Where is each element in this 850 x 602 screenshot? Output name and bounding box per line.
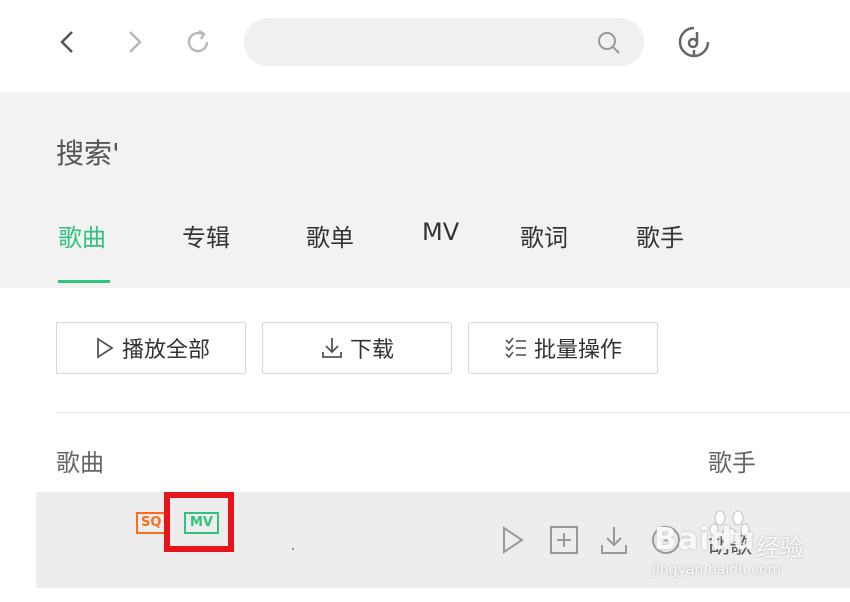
column-header-artist[interactable]: 歌手 bbox=[708, 443, 756, 478]
play-all-label: 播放全部 bbox=[121, 338, 210, 363]
tab-songs[interactable]: 歌曲 bbox=[58, 218, 106, 253]
download-icon bbox=[322, 338, 342, 358]
watermark-logo: Baidu bbox=[654, 522, 756, 557]
active-tab-indicator bbox=[58, 280, 110, 283]
music-note-icon bbox=[678, 26, 710, 58]
tab-albums[interactable]: 专辑 bbox=[182, 218, 230, 253]
play-all-button[interactable]: 播放全部 bbox=[56, 322, 246, 374]
row-play-button[interactable] bbox=[496, 524, 528, 556]
list-divider bbox=[56, 412, 850, 413]
play-icon bbox=[503, 526, 524, 554]
page-title: 搜索' bbox=[56, 137, 120, 170]
mv-highlight-box bbox=[164, 492, 234, 552]
download-label: 下载 bbox=[349, 338, 394, 363]
refresh-button[interactable] bbox=[180, 24, 216, 60]
back-button[interactable] bbox=[50, 24, 86, 60]
batch-operation-button[interactable]: 批量操作 bbox=[468, 322, 658, 374]
search-header: 搜索' 歌曲 专辑 歌单 MV 歌词 歌手 bbox=[0, 92, 850, 288]
sq-quality-badge: SQ bbox=[136, 512, 167, 534]
refresh-icon bbox=[187, 29, 209, 53]
music-recognition-button[interactable] bbox=[676, 24, 712, 60]
download-button[interactable]: 下载 bbox=[262, 322, 452, 374]
batch-check-icon bbox=[505, 337, 526, 359]
tab-playlists[interactable]: 歌单 bbox=[306, 218, 354, 253]
row-add-button[interactable] bbox=[548, 524, 580, 556]
add-to-playlist-icon bbox=[550, 526, 578, 554]
chevron-left-icon bbox=[60, 31, 73, 53]
search-input[interactable] bbox=[264, 28, 588, 58]
baidu-watermark: Baidu 经验 jingyan.baidu.com bbox=[648, 506, 848, 586]
play-icon bbox=[97, 337, 114, 359]
row-download-button[interactable] bbox=[598, 524, 630, 556]
search-bar[interactable] bbox=[244, 18, 644, 66]
tab-lyrics[interactable]: 歌词 bbox=[520, 218, 568, 253]
batch-operation-label: 批量操作 bbox=[533, 338, 622, 363]
watermark-cn: 经验 bbox=[756, 534, 804, 562]
download-icon bbox=[601, 527, 627, 554]
forward-button[interactable] bbox=[116, 24, 152, 60]
watermark-url: jingyan.baidu.com bbox=[652, 562, 782, 578]
tab-artists[interactable]: 歌手 bbox=[636, 218, 684, 253]
tab-mv[interactable]: MV bbox=[422, 218, 459, 246]
song-title-placeholder bbox=[292, 548, 294, 550]
column-header-song[interactable]: 歌曲 bbox=[56, 443, 104, 478]
result-tabs: 歌曲 专辑 歌单 MV 歌词 歌手 bbox=[0, 212, 850, 288]
search-icon[interactable] bbox=[596, 30, 622, 56]
chevron-right-icon bbox=[129, 31, 142, 53]
top-bar bbox=[0, 0, 850, 92]
